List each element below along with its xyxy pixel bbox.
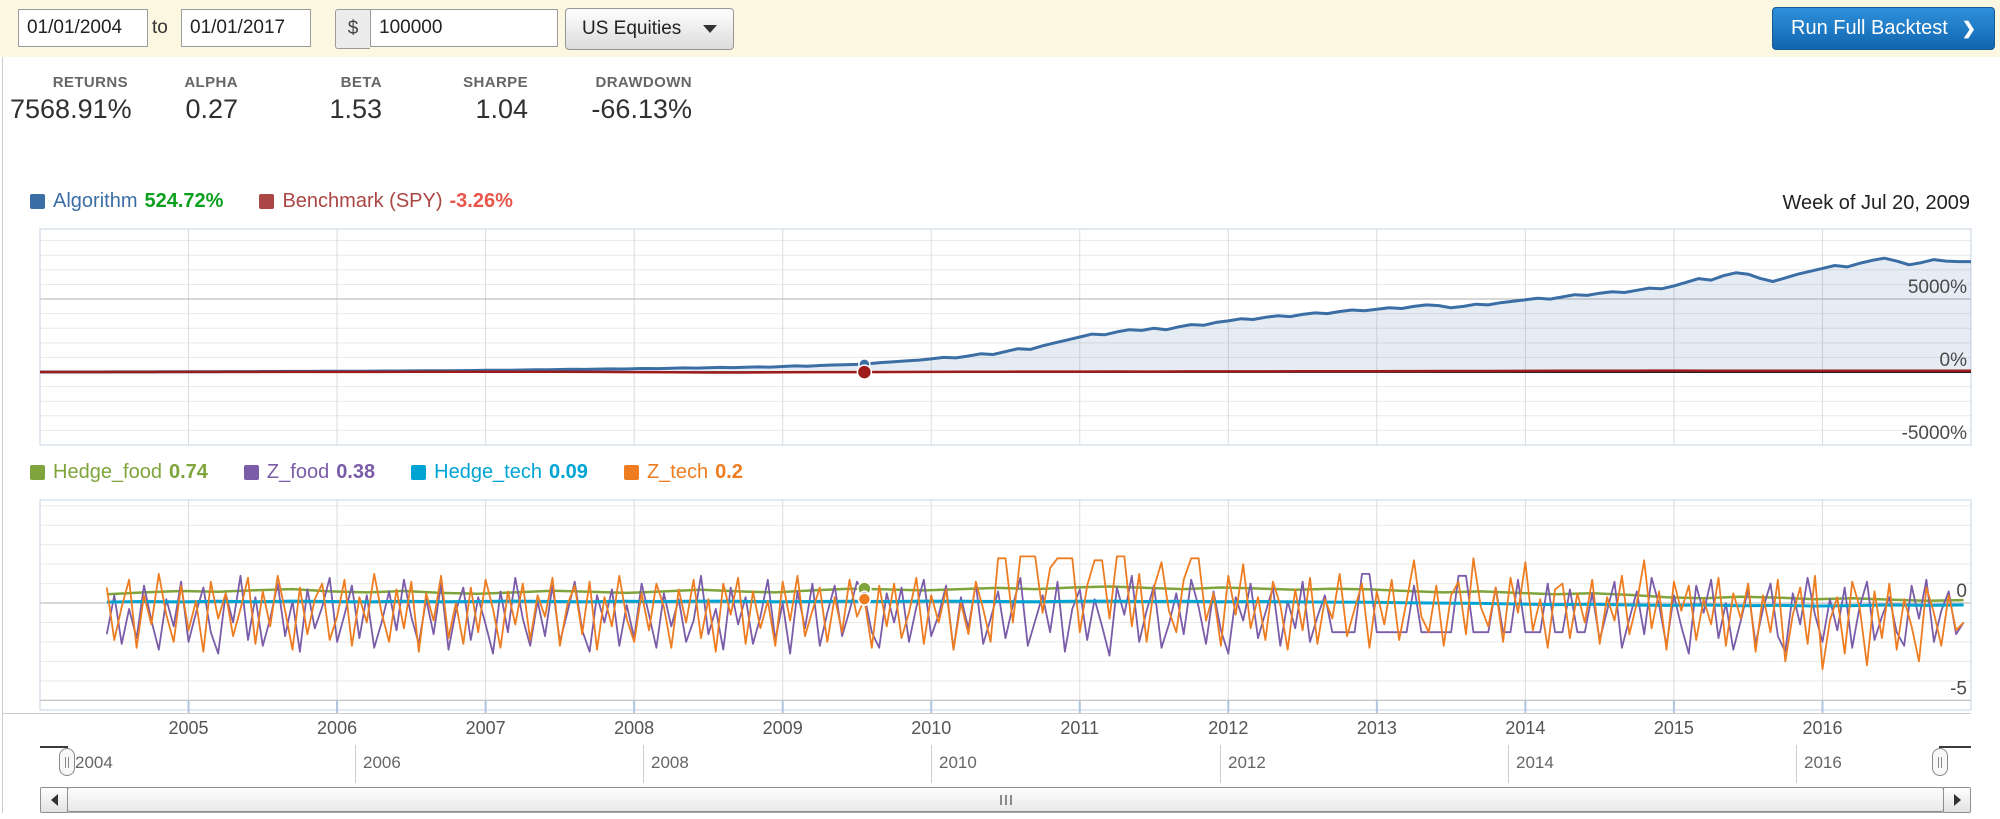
x-axis-year-label: 2010 xyxy=(911,718,951,738)
x-axis-year-label: 2013 xyxy=(1357,718,1397,738)
x-axis-year-label: 2009 xyxy=(763,718,803,738)
x-axis-year-label: 2016 xyxy=(1802,718,1842,738)
returns-plot-area[interactable] xyxy=(40,229,1971,445)
navigator-right-handle[interactable] xyxy=(1932,748,1948,776)
page-left-border xyxy=(2,57,3,813)
x-axis-year-label: 2011 xyxy=(1060,718,1099,738)
arrow-left-icon xyxy=(50,794,58,806)
scrollbar-left-arrow[interactable] xyxy=(40,787,68,813)
x-axis-year-label: 2012 xyxy=(1208,718,1248,738)
x-axis-year-label: 2006 xyxy=(317,718,357,738)
navigator-left-handle[interactable] xyxy=(59,748,75,776)
x-axis-year-label: 2005 xyxy=(169,718,209,738)
factors-plot-area[interactable] xyxy=(40,500,1971,710)
charts-canvas: 5000%0%-5000% 0-5 2005 2006 2007 2008 2009 2010… xyxy=(2,228,1972,738)
arrow-right-icon xyxy=(1953,794,1961,806)
x-axis-year-label: 2008 xyxy=(614,718,654,738)
scrollbar-thumb[interactable] xyxy=(67,787,1944,812)
factors-chart: 0-5 xyxy=(39,499,1972,711)
x-axis-year-label: 2015 xyxy=(1654,718,1694,738)
horizontal-scrollbar xyxy=(40,787,1971,813)
x-axis-year-label: 2007 xyxy=(466,718,506,738)
x-axis-year-label: 2014 xyxy=(1505,718,1545,738)
scrollbar-right-arrow[interactable] xyxy=(1943,787,1971,813)
returns-chart: 5000%0%-5000% xyxy=(39,228,1972,446)
